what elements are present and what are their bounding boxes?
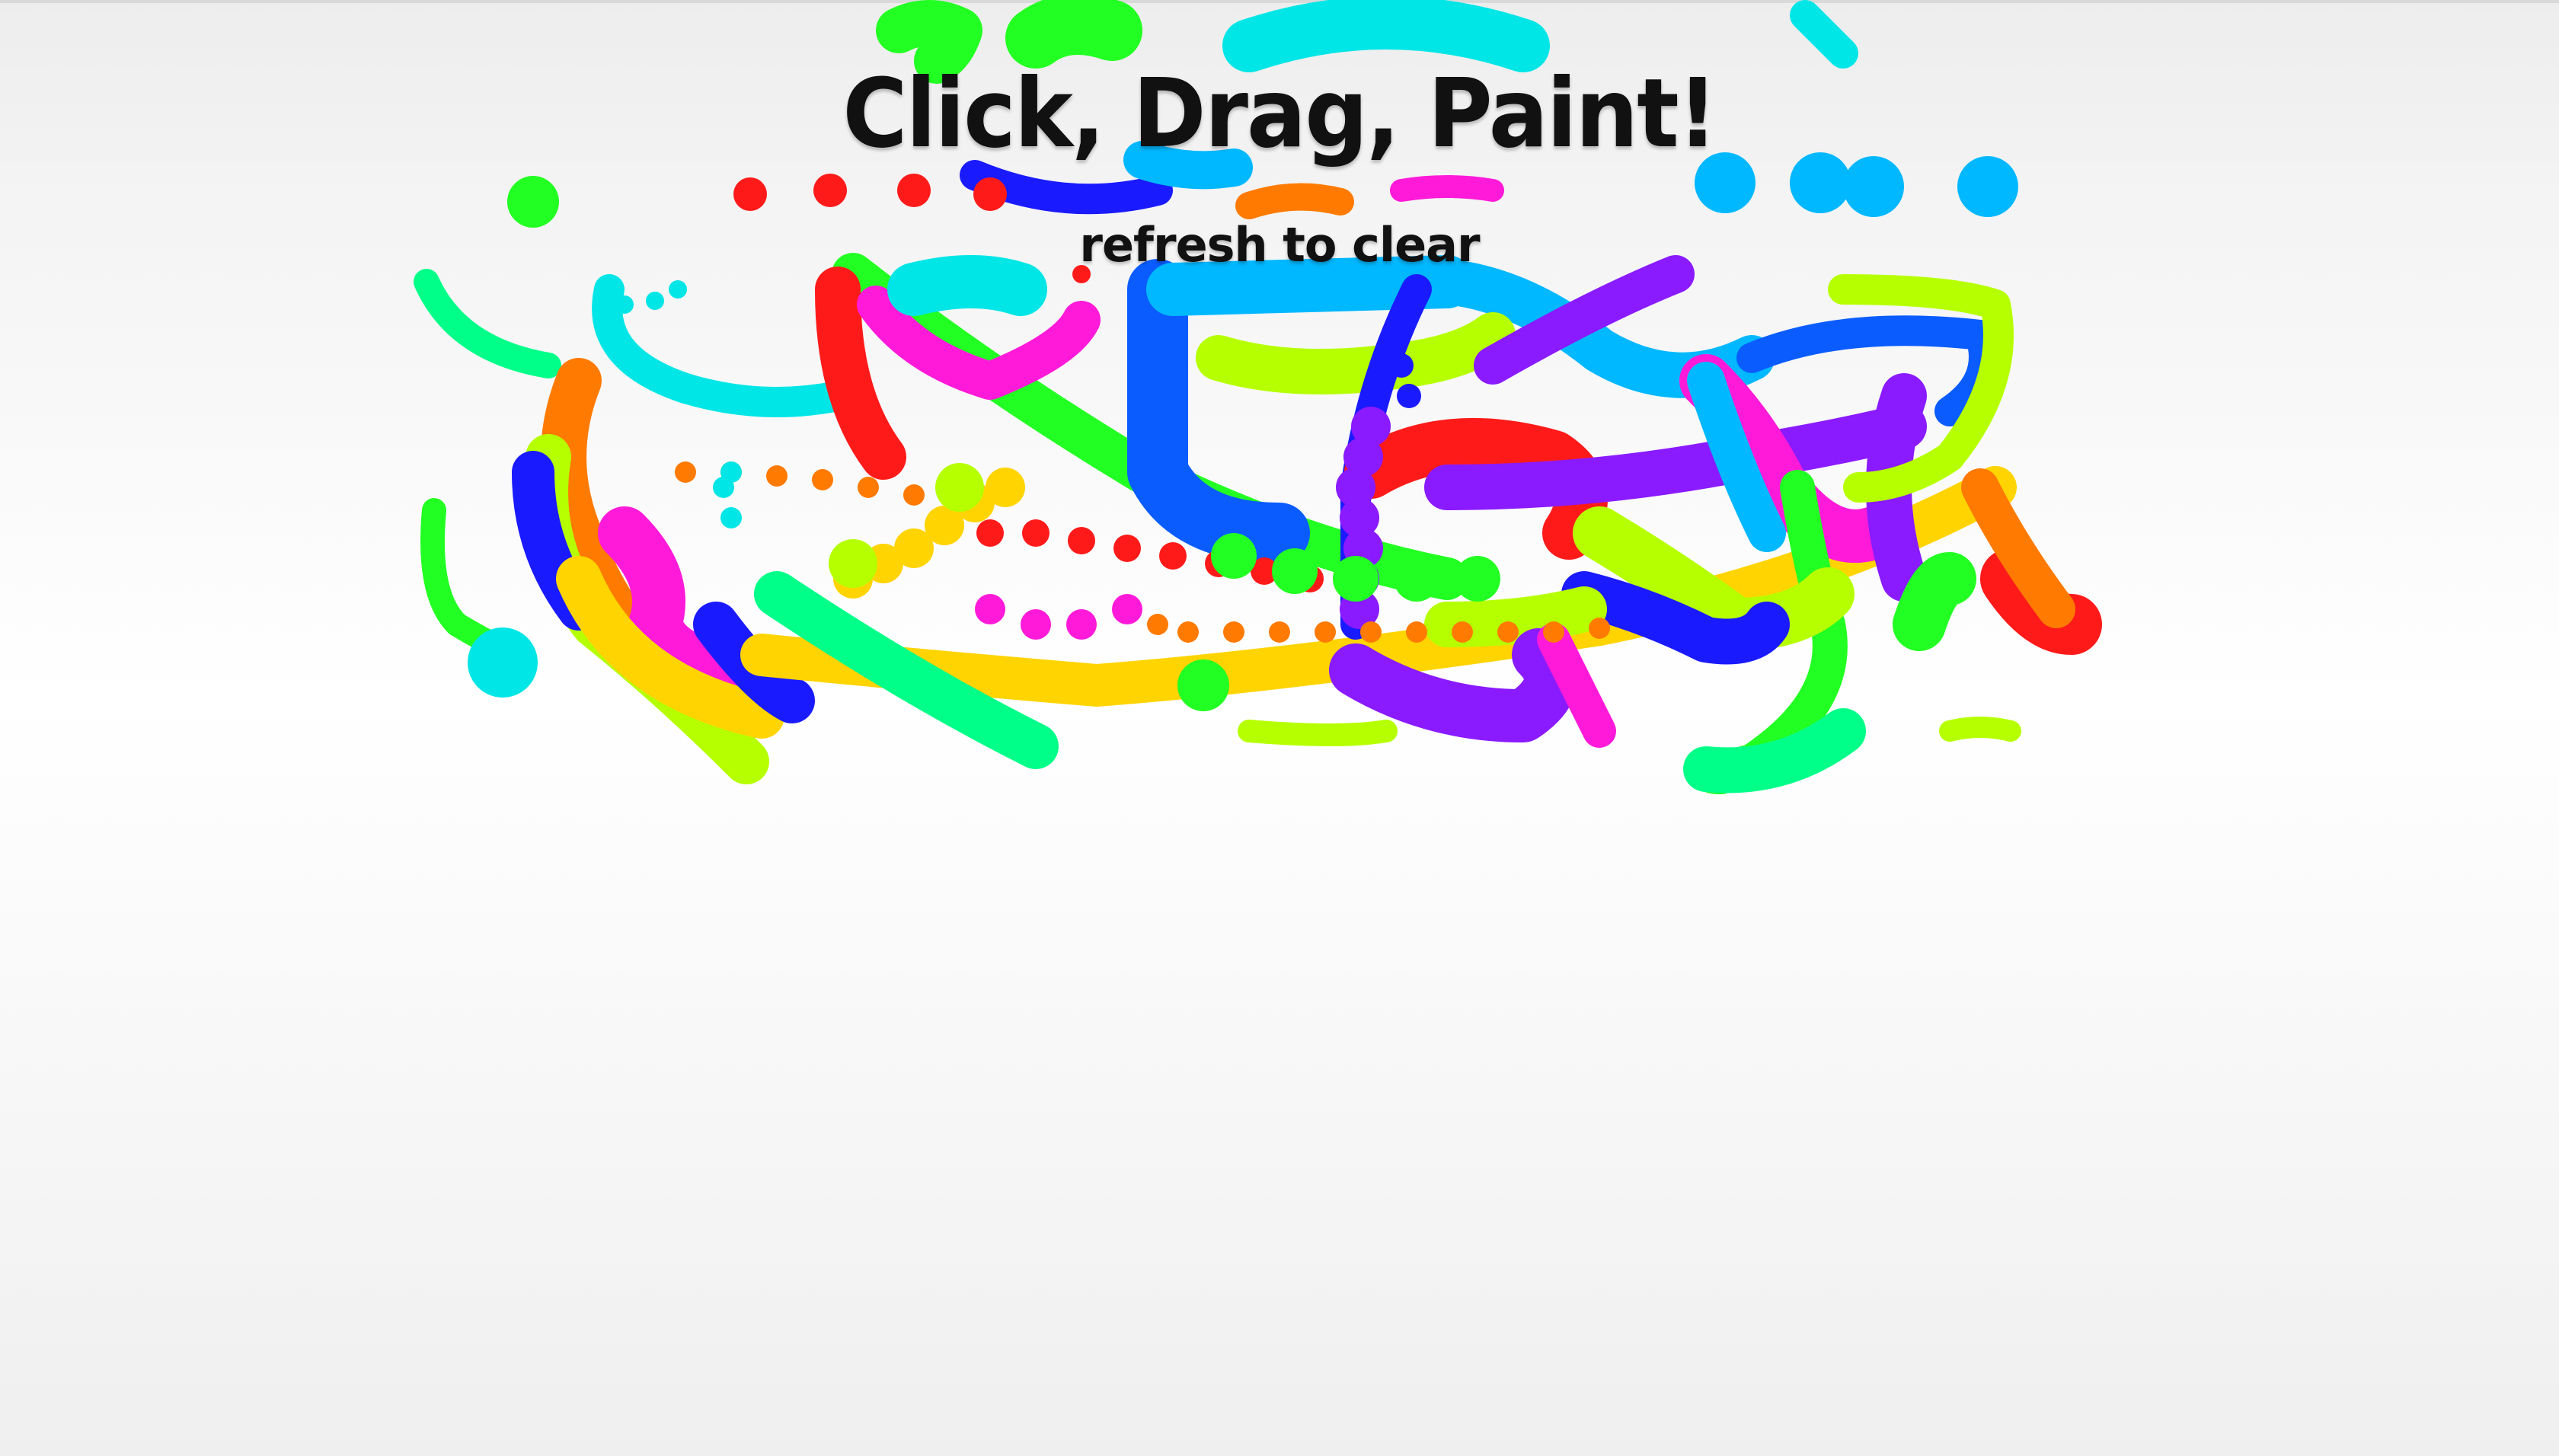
paint-dot-22 xyxy=(507,176,559,228)
paint-dot-98 xyxy=(1223,621,1244,643)
paint-stroke-2 xyxy=(1005,0,1142,69)
paint-dot-108 xyxy=(1272,548,1318,594)
paint-strokes xyxy=(414,0,2102,794)
paint-dot-18 xyxy=(1695,152,1756,213)
paint-dot-117 xyxy=(720,507,742,528)
paint-dot-86 xyxy=(975,594,1005,624)
paint-canvas[interactable] xyxy=(0,0,2559,1456)
paint-stroke-42 xyxy=(1736,315,1999,426)
paint-dot-20 xyxy=(1843,156,1904,217)
paint-dot-78 xyxy=(976,519,1004,547)
paint-dot-9 xyxy=(813,174,847,207)
paint-stroke-39 xyxy=(1127,259,1310,564)
paint-stroke-43 xyxy=(1196,312,1516,394)
paint-dot-97 xyxy=(1177,621,1199,643)
paint-dot-21 xyxy=(1957,156,2018,217)
paint-dot-112 xyxy=(615,295,634,314)
paint-dot-71 xyxy=(675,461,696,483)
paint-stroke-1 xyxy=(876,0,982,84)
paint-dot-89 xyxy=(1112,594,1142,624)
paint-dot-79 xyxy=(1022,519,1049,547)
paint-dot-106 xyxy=(1589,618,1610,639)
paint-dot-116 xyxy=(713,477,734,498)
paint-dot-118 xyxy=(1177,659,1229,711)
paint-dot-88 xyxy=(1066,609,1097,640)
paint-dot-105 xyxy=(1543,621,1564,643)
paint-dot-19 xyxy=(1790,152,1851,213)
paint-dot-11 xyxy=(973,177,1007,211)
paint-stroke-69 xyxy=(1238,720,1398,746)
paint-dot-110 xyxy=(1394,556,1439,602)
paint-stroke-60 xyxy=(1893,552,1976,651)
paint-dot-102 xyxy=(1406,621,1427,643)
paint-stroke-7 xyxy=(1390,175,1504,202)
paint-stroke-70 xyxy=(1939,717,2021,742)
paint-dot-82 xyxy=(1159,542,1187,570)
paint-dot-87 xyxy=(1021,609,1051,640)
paint-dot-121 xyxy=(1072,265,1091,283)
paint-dot-74 xyxy=(812,469,833,490)
paint-dot-96 xyxy=(1147,614,1168,635)
paint-dot-76 xyxy=(903,484,925,506)
paint-dot-80 xyxy=(1068,527,1095,554)
paint-stroke-6 xyxy=(1123,141,1253,190)
paint-dot-113 xyxy=(646,292,664,310)
paint-dot-122 xyxy=(1389,353,1414,378)
paint-stroke-38 xyxy=(887,255,1047,316)
paint-dot-100 xyxy=(1315,621,1336,643)
paint-stroke-23 xyxy=(414,269,561,378)
paint-dot-81 xyxy=(1113,535,1141,562)
paint-dot-73 xyxy=(766,465,788,487)
paint-dot-120 xyxy=(935,463,984,512)
paint-stroke-8 xyxy=(1235,183,1354,219)
paint-dot-75 xyxy=(858,477,879,498)
paint-dot-104 xyxy=(1497,621,1519,643)
paint-dot-95 xyxy=(986,468,1025,507)
paint-dot-119 xyxy=(829,539,877,588)
paint-stroke-24 xyxy=(592,274,853,417)
paint-dot-109 xyxy=(1333,556,1379,602)
paint-dot-10 xyxy=(897,174,931,207)
paint-dot-26 xyxy=(468,627,538,698)
paint-stroke-66 xyxy=(1424,586,1607,647)
paint-stroke-4 xyxy=(1790,0,1858,69)
paint-dot-101 xyxy=(1360,621,1382,643)
paint-dot-107 xyxy=(1211,533,1257,579)
paint-dot-123 xyxy=(1397,384,1421,408)
paint-dot-17 xyxy=(733,177,767,211)
paint-dot-103 xyxy=(1452,621,1473,643)
paint-dot-114 xyxy=(669,280,687,299)
paint-stroke-3 xyxy=(1222,0,1550,72)
paint-dot-99 xyxy=(1269,621,1290,643)
paint-dot-111 xyxy=(1455,556,1500,602)
